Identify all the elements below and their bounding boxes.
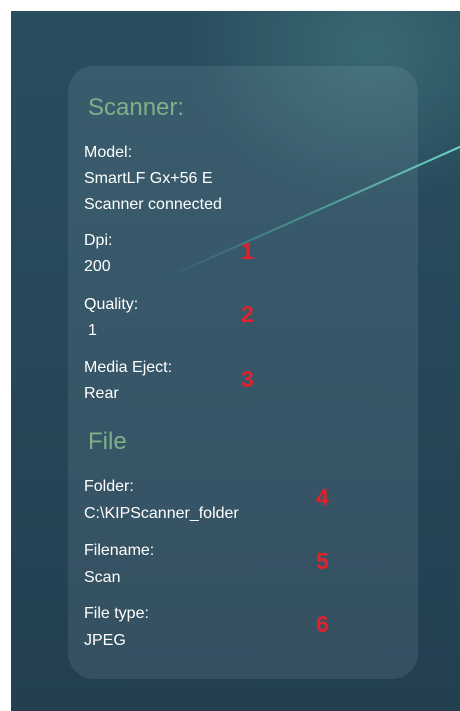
folder-label: Folder: (84, 478, 134, 495)
filename-label: Filename: (84, 542, 155, 559)
dpi-label: Dpi: (84, 232, 113, 249)
media-eject-label: Media Eject: (84, 359, 173, 376)
quality-value: 1 (88, 322, 97, 339)
model-value: SmartLF Gx+56 E (84, 170, 213, 187)
dpi-value: 200 (84, 258, 111, 275)
callout-marker-6: 6 (316, 611, 329, 637)
filename-value: Scan (84, 569, 121, 586)
file-type-label: File type: (84, 605, 149, 622)
callout-marker-4: 4 (316, 484, 329, 510)
scanner-status: Scanner connected (84, 196, 222, 213)
model-label: Model: (84, 144, 133, 161)
media-eject-value: Rear (84, 385, 119, 402)
quality-label: Quality: (84, 296, 139, 313)
folder-value: C:\KIPScanner_folder (84, 505, 239, 522)
scanner-settings-screen: Scanner: Model: SmartLF Gx+56 E Scanner … (11, 11, 460, 711)
callout-marker-2: 2 (241, 301, 254, 327)
file-type-value: JPEG (84, 632, 126, 649)
callout-marker-5: 5 (316, 548, 329, 574)
callout-marker-3: 3 (241, 366, 254, 392)
file-section-title: File (88, 428, 127, 455)
callout-marker-1: 1 (241, 238, 254, 264)
scanner-section-title: Scanner: (88, 94, 185, 121)
